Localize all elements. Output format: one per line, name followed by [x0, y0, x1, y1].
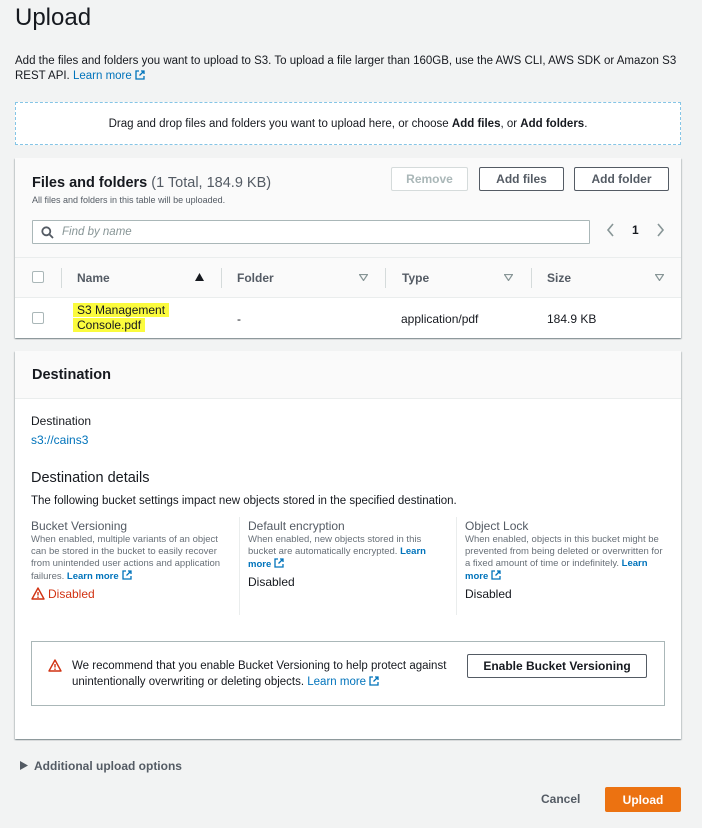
object-lock-desc-block: When enabled, objects in this bucket mig… [465, 534, 665, 583]
alert-message: We recommend that you enable Bucket Vers… [72, 660, 447, 688]
column-divider [456, 517, 457, 615]
bucket-versioning-info: Bucket Versioning When enabled, multiple… [31, 519, 231, 601]
files-description: All files and folders in this table will… [32, 195, 226, 205]
files-and-folders-panel: Files and folders (1 Total, 184.9 KB) Al… [15, 158, 681, 338]
upload-button[interactable]: Upload [605, 787, 681, 812]
file-name-cell: S3 Management Console.pdf [73, 303, 170, 333]
external-link-icon [491, 570, 501, 580]
destination-panel-header: Destination [15, 351, 681, 399]
column-divider [385, 268, 386, 288]
versioning-status-text: Disabled [48, 587, 95, 601]
bucket-versioning-desc-block: When enabled, multiple variants of an ob… [31, 534, 231, 583]
object-lock-title: Object Lock [465, 519, 529, 533]
cancel-button[interactable]: Cancel [541, 792, 580, 806]
learn-more-link[interactable]: Learn more [73, 70, 145, 82]
warning-icon [48, 659, 62, 672]
object-lock-info: Object Lock When enabled, objects in thi… [465, 519, 665, 601]
search-field[interactable]: Find by name [32, 220, 590, 244]
learn-more-label: Learn more [72, 70, 132, 82]
column-header-size[interactable]: Size [547, 271, 571, 285]
sort-ascending-icon[interactable] [195, 273, 204, 281]
default-encryption-title: Default encryption [248, 519, 345, 533]
sort-icon[interactable] [655, 274, 664, 281]
column-header-name[interactable]: Name [77, 271, 110, 285]
destination-bucket-link[interactable]: s3://cains3 [31, 433, 88, 447]
dropzone-period: . [584, 117, 588, 130]
sort-icon[interactable] [359, 274, 368, 281]
folder-cell: - [237, 312, 241, 326]
next-page-button[interactable] [656, 223, 665, 240]
prev-page-button[interactable] [606, 223, 615, 240]
additional-upload-options-toggle[interactable]: Additional upload options [20, 759, 182, 773]
dropzone-text: Drag and drop files and folders you want… [108, 117, 449, 130]
destination-details-desc: The following bucket settings impact new… [31, 495, 457, 507]
versioning-warning-alert: We recommend that you enable Bucket Vers… [31, 641, 665, 706]
files-panel-title: Files and folders (1 Total, 184.9 KB) [32, 175, 271, 191]
chevron-left-icon [606, 223, 614, 237]
column-divider [531, 268, 532, 288]
versioning-learn-more-link[interactable]: Learn more [66, 570, 132, 582]
additional-upload-options-label: Additional upload options [34, 759, 182, 773]
files-title-text: Files and folders [32, 175, 148, 191]
external-link-icon [122, 570, 132, 580]
page-title: Upload [15, 4, 92, 31]
page-number[interactable]: 1 [632, 223, 639, 237]
versioning-learn-more-label: Learn more [66, 571, 119, 582]
enable-bucket-versioning-button[interactable]: Enable Bucket Versioning [467, 654, 647, 678]
remove-button[interactable]: Remove [391, 167, 468, 191]
search-placeholder: Find by name [62, 226, 132, 238]
file-name-line2: Console.pdf [73, 318, 146, 332]
destination-section-title: Destination [32, 367, 111, 383]
files-table-header: Name Folder Type Size [15, 258, 681, 298]
file-dropzone[interactable]: Drag and drop files and folders you want… [15, 102, 681, 145]
caret-right-icon [20, 761, 28, 770]
column-divider [61, 268, 62, 288]
destination-label: Destination [31, 414, 92, 428]
alert-learn-more-link[interactable]: Learn more [307, 676, 379, 688]
size-cell: 184.9 KB [547, 312, 597, 326]
default-encryption-info: Default encryption When enabled, new obj… [248, 519, 448, 589]
versioning-status: Disabled [31, 587, 231, 601]
warning-icon [31, 587, 45, 600]
table-row[interactable]: S3 Management Console.pdf - application/… [15, 298, 681, 338]
external-link-icon [274, 558, 284, 568]
type-cell: application/pdf [401, 312, 479, 326]
files-count: (1 Total, 184.9 KB) [151, 175, 272, 191]
dropzone-or: , or [500, 117, 518, 130]
bucket-versioning-title: Bucket Versioning [31, 519, 128, 533]
intro-text-block: Add the files and folders you want to up… [15, 54, 685, 84]
add-folder-button[interactable]: Add folder [574, 167, 669, 191]
search-icon [41, 225, 54, 239]
external-link-icon [135, 70, 145, 80]
files-panel-header: Files and folders (1 Total, 184.9 KB) Al… [15, 158, 681, 258]
column-header-folder[interactable]: Folder [237, 271, 274, 285]
default-encryption-desc-block: When enabled, new objects stored in this… [248, 534, 448, 571]
row-checkbox[interactable] [32, 312, 44, 324]
default-encryption-desc: When enabled, new objects stored in this… [248, 534, 422, 557]
dropzone-add-folders: Add folders [520, 117, 585, 130]
encryption-status: Disabled [248, 575, 295, 589]
alert-message-block: We recommend that you enable Bucket Vers… [72, 658, 472, 690]
chevron-right-icon [657, 223, 665, 237]
object-lock-status: Disabled [465, 587, 512, 601]
column-header-type[interactable]: Type [402, 271, 429, 285]
alert-learn-more-label: Learn more [307, 676, 367, 688]
dropzone-add-files: Add files [451, 117, 501, 130]
destination-details-title: Destination details [31, 470, 150, 486]
sort-icon[interactable] [504, 274, 513, 281]
upload-page: Upload Add the files and folders you wan… [0, 0, 702, 828]
add-files-button[interactable]: Add files [479, 167, 564, 191]
file-name-line1: S3 Management [73, 303, 170, 317]
select-all-checkbox[interactable] [32, 271, 44, 283]
column-divider [239, 517, 240, 615]
external-link-icon [369, 676, 379, 686]
column-divider [221, 268, 222, 288]
